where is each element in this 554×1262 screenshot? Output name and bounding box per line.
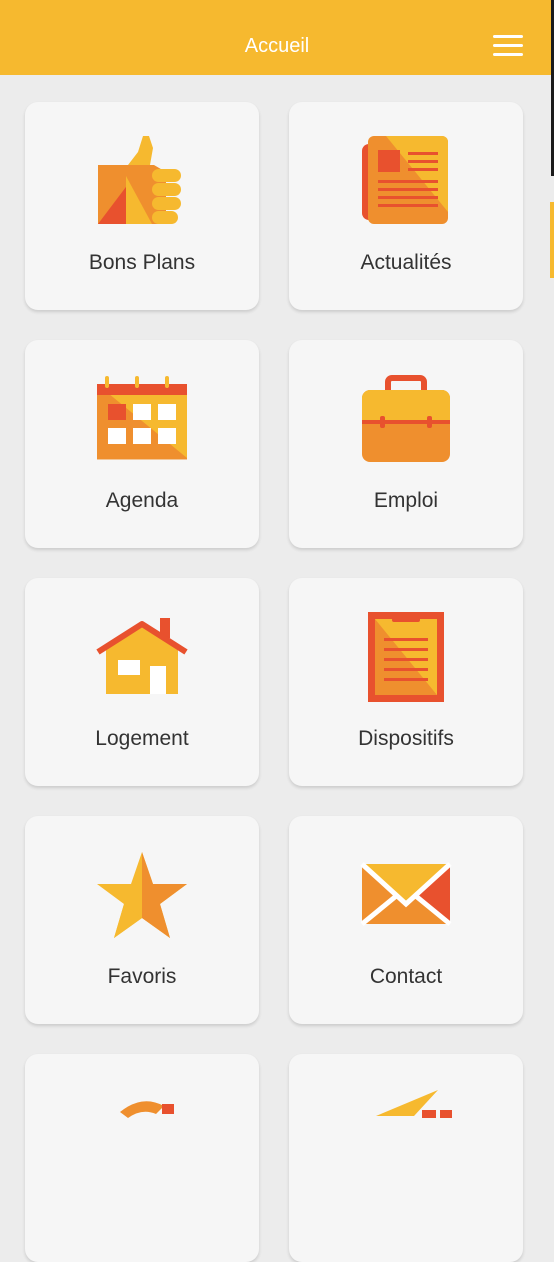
tile-logement[interactable]: Logement: [25, 578, 259, 786]
tile-label: Favoris: [107, 965, 177, 988]
app-header: Accueil: [0, 0, 554, 75]
house-icon: [92, 608, 192, 708]
star-icon: [92, 846, 192, 946]
calendar-icon: [92, 370, 192, 470]
briefcase-icon: [356, 370, 456, 470]
tile-label: Logement: [95, 727, 189, 750]
page-title: Accueil: [244, 35, 310, 57]
tile-label: Contact: [369, 965, 443, 988]
clipboard-icon: [356, 608, 456, 708]
envelope-icon: [356, 846, 456, 946]
tile-label: Emploi: [373, 489, 439, 512]
thumbs-up-icon: [92, 132, 192, 232]
partial-icon: [92, 1084, 192, 1184]
hamburger-menu-icon[interactable]: [488, 29, 528, 63]
tile-agenda[interactable]: Agenda: [25, 340, 259, 548]
tile-emploi[interactable]: Emploi: [289, 340, 523, 548]
tile-favoris[interactable]: Favoris: [25, 816, 259, 1024]
tile-label: Dispositifs: [358, 727, 454, 750]
tile-label: Agenda: [105, 489, 179, 512]
tile-partial-right[interactable]: [289, 1054, 523, 1262]
tile-dispositifs[interactable]: Dispositifs: [289, 578, 523, 786]
side-drawer-tab[interactable]: [550, 202, 554, 278]
tile-partial-left[interactable]: [25, 1054, 259, 1262]
tile-label: Bons Plans: [88, 251, 196, 274]
tile-label: Actualités: [360, 251, 452, 274]
tile-bons-plans[interactable]: Bons Plans: [25, 102, 259, 310]
partial-icon: [356, 1084, 456, 1184]
tile-actualites[interactable]: Actualités: [289, 102, 523, 310]
tile-contact[interactable]: Contact: [289, 816, 523, 1024]
newspaper-icon: [356, 132, 456, 232]
